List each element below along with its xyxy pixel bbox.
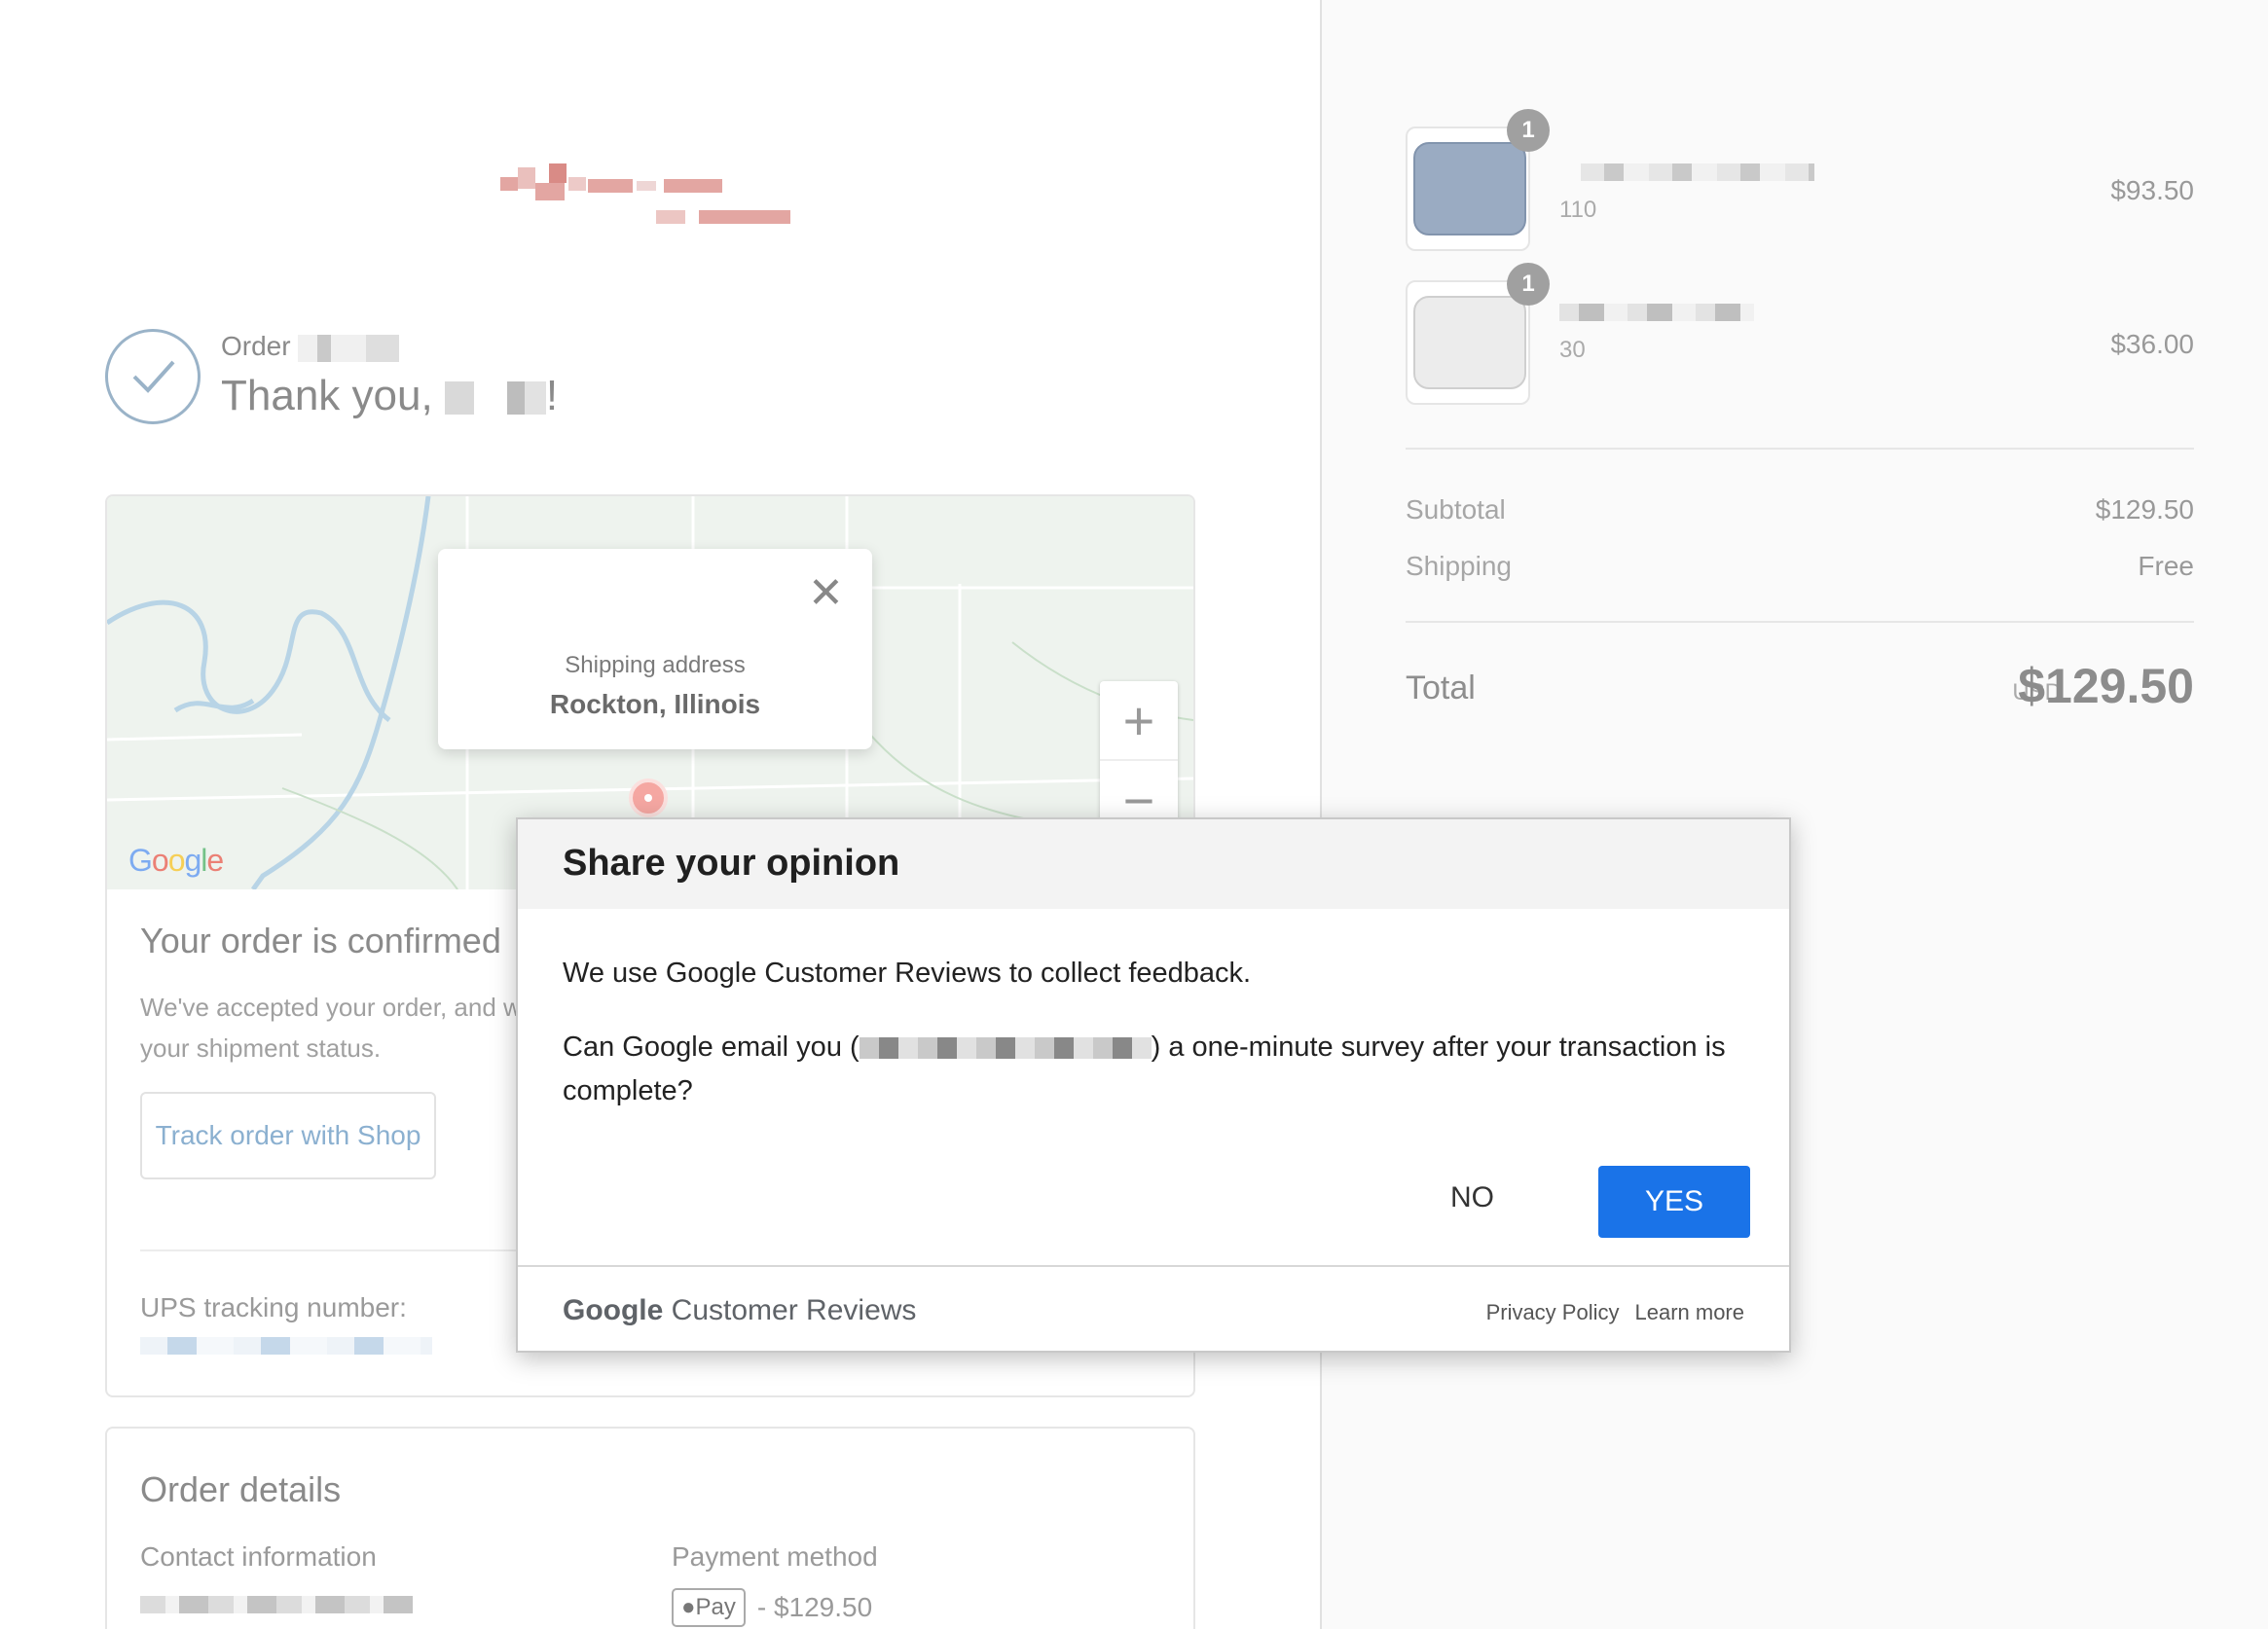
no-button[interactable]: NO xyxy=(1433,1168,1512,1228)
privacy-policy-link[interactable]: Privacy Policy xyxy=(1486,1300,1620,1325)
track-order-button[interactable]: Track order with Shop xyxy=(140,1092,436,1179)
product-thumbnail xyxy=(1406,280,1530,405)
store-logo[interactable] xyxy=(500,163,792,232)
product-variant: 30 xyxy=(1559,337,1586,363)
customer-name-redacted xyxy=(444,381,546,416)
product-price: $93.50 xyxy=(2110,175,2194,205)
quantity-badge: 1 xyxy=(1507,109,1550,152)
payment-method-label: Payment method xyxy=(672,1541,878,1572)
shipping-address-popup: ✕ Shipping address Rockton, Illinois xyxy=(438,549,872,749)
dialog-question-text: Can Google email you () a one-minute sur… xyxy=(563,1032,1726,1106)
payment-method-row: ●Pay - $129.50 xyxy=(672,1588,872,1627)
divider xyxy=(1406,448,2194,450)
product-name-redacted xyxy=(1581,163,1814,181)
product-thumbnail xyxy=(1406,127,1530,251)
apple-pay-icon: ●Pay xyxy=(672,1588,746,1627)
dialog-intro-text: We use Google Customer Reviews to collec… xyxy=(563,958,1252,989)
ups-tracking-label: UPS tracking number: xyxy=(140,1292,407,1322)
google-maps-logo: Google xyxy=(128,843,224,878)
order-confirmed-title: Your order is confirmed xyxy=(140,921,501,960)
order-number-redacted xyxy=(298,334,400,362)
product-image xyxy=(1413,296,1526,389)
zoom-in-button[interactable]: + xyxy=(1100,681,1178,761)
subtotal-label: Subtotal xyxy=(1406,494,1506,525)
shipping-address-value: Rockton, Illinois xyxy=(549,689,761,719)
email-redacted xyxy=(859,1037,1152,1060)
dialog-footer-links: Privacy Policy Learn more xyxy=(1486,1300,1744,1325)
location-pin-icon[interactable] xyxy=(629,778,668,817)
dialog-title: Share your opinion xyxy=(563,843,900,884)
thank-you-heading: Thank you, ! xyxy=(221,372,559,419)
divider xyxy=(1406,621,2194,623)
product-price: $36.00 xyxy=(2110,329,2194,359)
order-details-title: Order details xyxy=(140,1469,342,1509)
order-status-column: Order Thank you, ! Google ✕ Shipping add… xyxy=(0,0,1320,1629)
order-number-label: Order xyxy=(221,331,400,362)
close-icon[interactable]: ✕ xyxy=(808,572,844,615)
google-customer-reviews-dialog: Share your opinion We use Google Custome… xyxy=(516,817,1791,1353)
order-summary-column: 1 110 $93.50 1 30 $36.00 Subtotal $129.5… xyxy=(1320,0,2268,1629)
order-confirmed-text: We've accepted your order, and we your s… xyxy=(140,993,536,1063)
order-confirmed-check-icon xyxy=(105,329,201,424)
shipping-label: Shipping xyxy=(1406,551,1512,581)
payment-amount: - $129.50 xyxy=(756,1592,873,1622)
product-image xyxy=(1413,142,1526,235)
product-name-redacted xyxy=(1559,304,1754,321)
product-variant: 110 xyxy=(1559,197,1597,223)
contact-info-label: Contact information xyxy=(140,1541,377,1572)
tracking-number-redacted[interactable] xyxy=(140,1337,432,1355)
google-customer-reviews-logo: Google Customer Reviews xyxy=(563,1294,917,1326)
contact-info-redacted xyxy=(140,1596,413,1613)
yes-button[interactable]: YES xyxy=(1598,1166,1750,1238)
quantity-badge: 1 xyxy=(1507,263,1550,306)
order-details-card: Order details Contact information Paymen… xyxy=(105,1427,1195,1629)
total-label: Total xyxy=(1406,670,1476,706)
total-value: $129.50 xyxy=(2018,659,2194,713)
learn-more-link[interactable]: Learn more xyxy=(1634,1300,1744,1325)
shipping-address-label: Shipping address xyxy=(565,652,746,678)
divider xyxy=(518,1265,1789,1267)
shipping-value: Free xyxy=(2138,551,2194,581)
subtotal-value: $129.50 xyxy=(2095,494,2194,525)
dialog-header: Share your opinion xyxy=(518,819,1789,909)
